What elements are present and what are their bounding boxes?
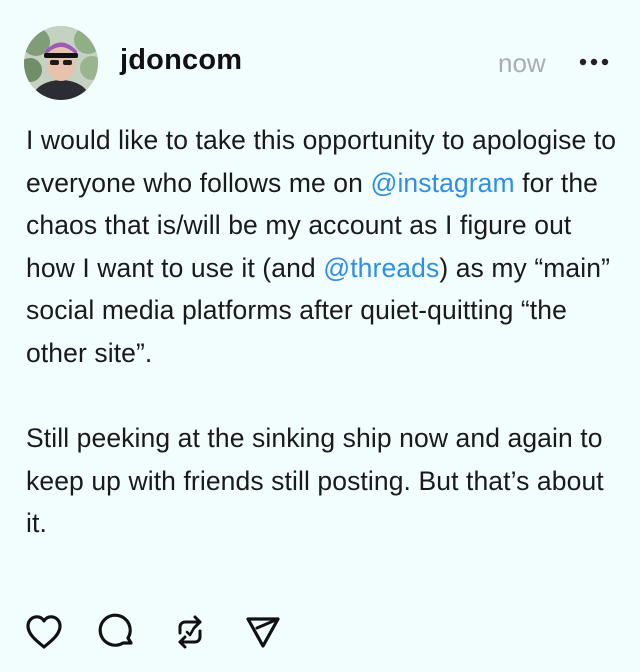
comment-button[interactable] xyxy=(97,613,137,656)
username[interactable]: jdoncom xyxy=(120,44,242,77)
mention-link-instagram[interactable]: @instagram xyxy=(370,168,514,198)
send-icon xyxy=(244,613,282,656)
share-button[interactable] xyxy=(243,614,283,654)
comment-bubble-icon xyxy=(98,613,136,656)
repost-button[interactable] xyxy=(170,614,210,654)
thread-post: jdoncom now I would like to take this op… xyxy=(0,0,640,672)
timestamp: now xyxy=(498,48,546,78)
post-body: I would like to take this opportunity to… xyxy=(26,119,622,545)
repost-icon xyxy=(172,613,208,656)
mention-link-threads[interactable]: @threads xyxy=(323,253,439,283)
post-actions-bar xyxy=(24,612,316,656)
more-dots-icon xyxy=(579,53,609,71)
more-options-button[interactable] xyxy=(576,50,612,74)
like-button[interactable] xyxy=(24,614,64,654)
post-paragraph-2: Still peeking at the sinking ship now an… xyxy=(26,423,604,539)
avatar[interactable] xyxy=(24,26,98,100)
post-paragraph-1: I would like to take this opportunity to… xyxy=(26,119,622,375)
heart-icon xyxy=(24,613,64,656)
